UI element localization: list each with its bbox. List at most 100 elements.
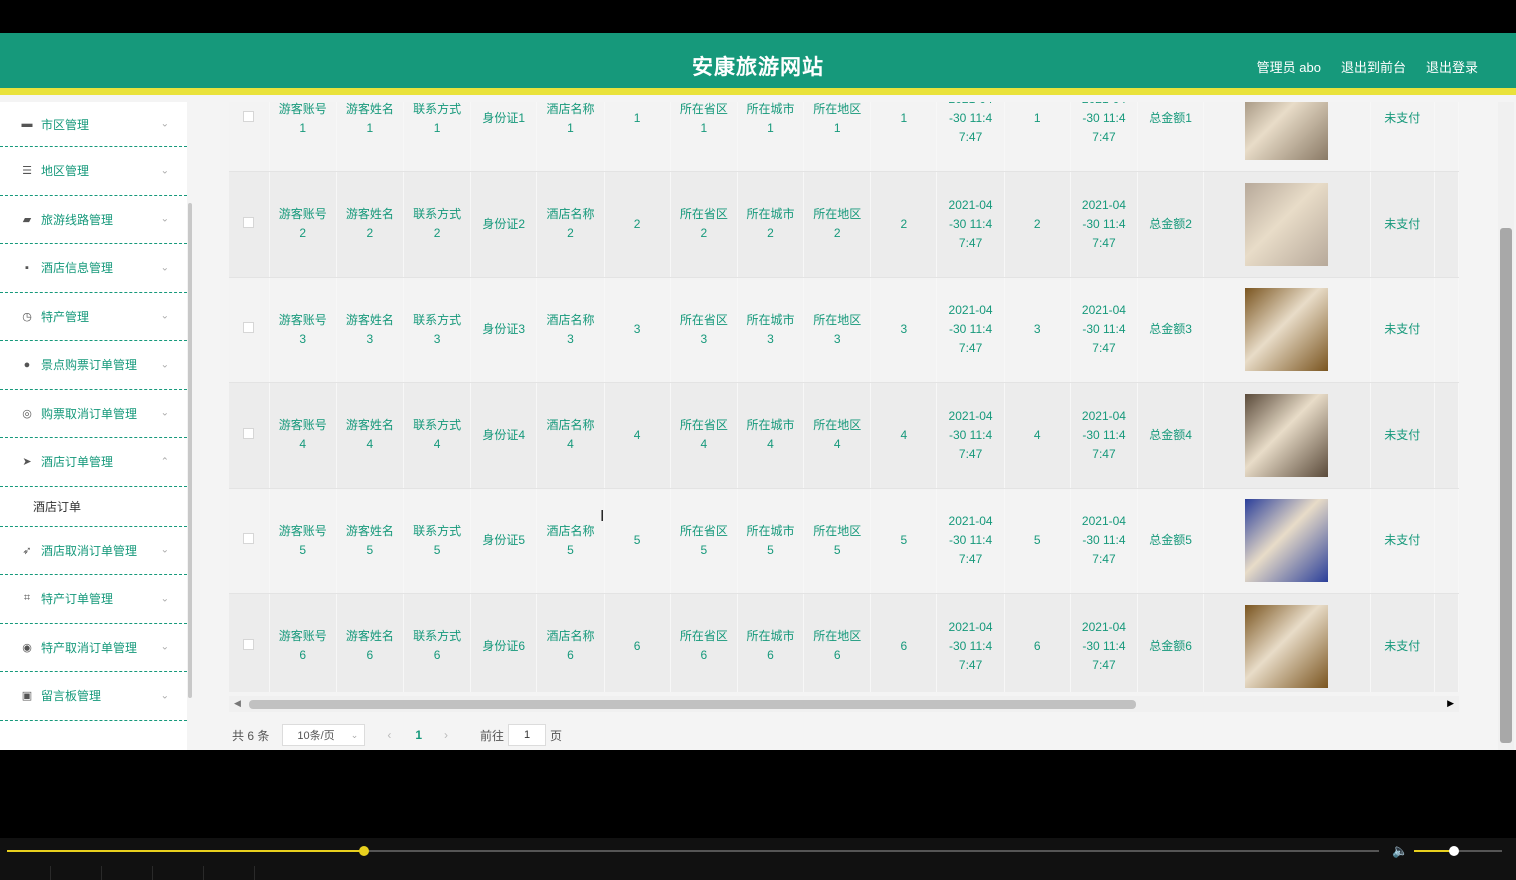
submenu-hotel-orders[interactable]: 酒店订单	[0, 487, 187, 527]
cell-province: 所在省区 6	[670, 593, 738, 692]
row-checkbox[interactable]	[243, 533, 255, 545]
cell-time1: 2021-04 -30 11:4 7:47	[936, 102, 1005, 172]
text-cursor-icon: I	[600, 508, 605, 525]
cell-image	[1203, 382, 1371, 489]
cell-idcard: 身份证1	[470, 102, 538, 172]
next-page-icon[interactable]: ›	[444, 728, 448, 742]
cell-district: 所在地区 2	[803, 171, 872, 278]
cell-city: 所在城市 3	[737, 277, 805, 383]
cell-district: 所在地区 6	[803, 593, 872, 692]
header-links: 管理员 abo 退出到前台 退出登录	[1257, 57, 1478, 76]
cell-col10: 2	[870, 171, 938, 278]
horizontal-scroll-thumb[interactable]	[249, 700, 1136, 709]
cell-contact: 联系方式 5	[403, 488, 472, 594]
chevron-down-icon: ⌄	[160, 544, 169, 556]
row-checkbox-cell	[229, 277, 270, 383]
row-checkbox-cell	[229, 488, 270, 594]
horizontal-scrollbar[interactable]: ◀ ▶	[229, 696, 1459, 712]
volume-icon[interactable]: 🔈	[1392, 843, 1408, 859]
sidebar-item-label: 地区管理	[41, 164, 90, 179]
cell-name: 游客姓名 3	[336, 277, 404, 383]
sidebar-item-11[interactable]: ▣ 留言板管理 ⌄	[0, 672, 187, 721]
hotel-photo[interactable]	[1245, 182, 1329, 266]
cell-amount: 总金额6	[1137, 593, 1205, 692]
sidebar-item-9[interactable]: ⌗ 特产订单管理 ⌄	[0, 575, 187, 624]
scroll-left-icon[interactable]: ◀	[234, 698, 241, 709]
volume-slider[interactable]	[1414, 846, 1502, 856]
cell-image	[1203, 277, 1371, 383]
page-size-value: 10条/页	[297, 730, 335, 742]
row-checkbox[interactable]	[243, 111, 255, 122]
cell-city: 所在城市 5	[737, 488, 805, 594]
prev-page-icon[interactable]: ‹	[387, 728, 391, 742]
current-page[interactable]: 1	[415, 728, 422, 742]
sidebar-item-0[interactable]: ▬ 市区管理 ⌄	[0, 102, 187, 147]
table-row[interactable]: 游客账号 6 游客姓名 6 联系方式 6 身份证6 酒店名称 6 6 所在省区 6 所在城市 …	[229, 593, 1459, 692]
table-row[interactable]: 游客账号 3 游客姓名 3 联系方式 3 身份证3 酒店名称 3 3 所在省区 3 所在城市 …	[229, 277, 1459, 383]
table-row[interactable]: 游客账号 4 游客姓名 4 联系方式 4 身份证4 酒店名称 4 4 所在省区 4 所在城市 …	[229, 382, 1459, 489]
cell-district: 所在地区 4	[803, 382, 872, 489]
compass-icon: ◉	[22, 641, 32, 654]
globe-icon: ◎	[22, 407, 32, 420]
cell-idcard: 身份证2	[470, 171, 538, 278]
scroll-right-icon[interactable]: ▶	[1447, 698, 1454, 709]
row-checkbox[interactable]	[243, 322, 255, 334]
row-checkbox[interactable]	[243, 427, 255, 439]
table-row[interactable]: 游客账号 2 游客姓名 2 联系方式 2 身份证2 酒店名称 2 2 所在省区 2 所在城市 …	[229, 171, 1459, 278]
table-row[interactable]: 游客账号 1 游客姓名 1 联系方式 1 身份证1 酒店名称 1 1 所在省区 1 所在城市 …	[229, 102, 1459, 172]
cell-time1: 2021-04 -30 11:4 7:47	[936, 593, 1005, 692]
sidebar-item-1[interactable]: ☰ 地区管理 ⌄	[0, 147, 187, 196]
cell-status: 未支付	[1370, 488, 1435, 594]
sidebar-item-5[interactable]: ● 景点购票订单管理 ⌄	[0, 341, 187, 390]
cell-time2: 2021-04 -30 11:4 7:47	[1070, 488, 1139, 594]
hotel-photo[interactable]	[1245, 604, 1329, 688]
hotel-photo[interactable]	[1245, 393, 1329, 477]
cell-extra	[1434, 382, 1459, 489]
navigation-icon: ➶	[22, 544, 32, 557]
user-icon: ●	[23, 358, 31, 371]
sidebar-item-8[interactable]: ➶ 酒店取消订单管理 ⌄	[0, 527, 187, 575]
seek-handle[interactable]	[358, 846, 369, 856]
goto-page-input[interactable]: 1	[508, 724, 547, 746]
sidebar-item-10[interactable]: ◉ 特产取消订单管理 ⌄	[0, 624, 187, 672]
cell-amount: 总金额3	[1137, 277, 1205, 383]
cell-hotel: 酒店名称 3	[536, 277, 605, 383]
sidebar-item-7[interactable]: ➤ 酒店订单管理 ⌃	[0, 438, 187, 487]
cell-contact: 联系方式 6	[403, 593, 472, 692]
seek-bar[interactable]	[7, 846, 1379, 856]
row-checkbox-cell	[229, 171, 270, 278]
cell-district: 所在地区 3	[803, 277, 872, 383]
row-checkbox-cell	[229, 593, 270, 692]
hotel-photo[interactable]	[1245, 102, 1329, 160]
sidebar-item-label: 市区管理	[41, 117, 90, 132]
volume-handle[interactable]	[1448, 846, 1459, 856]
sidebar-scrollbar[interactable]	[188, 203, 192, 698]
row-checkbox[interactable]	[243, 216, 255, 228]
cell-contact: 联系方式 2	[403, 171, 472, 278]
page-size-select[interactable]: 10条/页 ⌄	[282, 724, 366, 746]
chevron-down-icon: ⌄	[160, 262, 169, 274]
sidebar-item-2[interactable]: ▰ 旅游线路管理 ⌄	[0, 196, 187, 244]
page-unit-label: 页	[550, 728, 563, 743]
sidebar-item-3[interactable]: ▪ 酒店信息管理 ⌄	[0, 244, 187, 293]
sidebar-item-4[interactable]: ◷ 特产管理 ⌄	[0, 293, 187, 341]
logout-link[interactable]: 退出登录	[1426, 57, 1478, 76]
chevron-down-icon: ⌄	[160, 213, 169, 225]
cell-col6: 3	[604, 277, 671, 383]
hotel-photo[interactable]	[1245, 288, 1329, 372]
sidebar-item-6[interactable]: ◎ 购票取消订单管理 ⌄	[0, 390, 187, 438]
cell-province: 所在省区 4	[670, 382, 738, 489]
vertical-scrollbar[interactable]	[1498, 102, 1514, 750]
table-row[interactable]: 游客账号 5 游客姓名 5 联系方式 5 身份证5 酒店名称 5 5 所在省区 5 所在城市 …	[229, 488, 1459, 594]
hotel-photo[interactable]	[1245, 499, 1329, 583]
exit-to-front-link[interactable]: 退出到前台	[1341, 57, 1406, 76]
vertical-scroll-thumb[interactable]	[1500, 228, 1512, 743]
row-checkbox[interactable]	[243, 638, 255, 650]
cell-col12: 1	[1004, 102, 1071, 172]
cell-account: 游客账号 4	[269, 382, 337, 489]
film-icon: ▰	[22, 213, 32, 226]
admin-label[interactable]: 管理员 abo	[1257, 57, 1321, 76]
cell-extra	[1434, 488, 1459, 594]
video-player-bar: 🔈	[0, 838, 1516, 880]
chevron-down-icon: ⌄	[160, 641, 169, 653]
